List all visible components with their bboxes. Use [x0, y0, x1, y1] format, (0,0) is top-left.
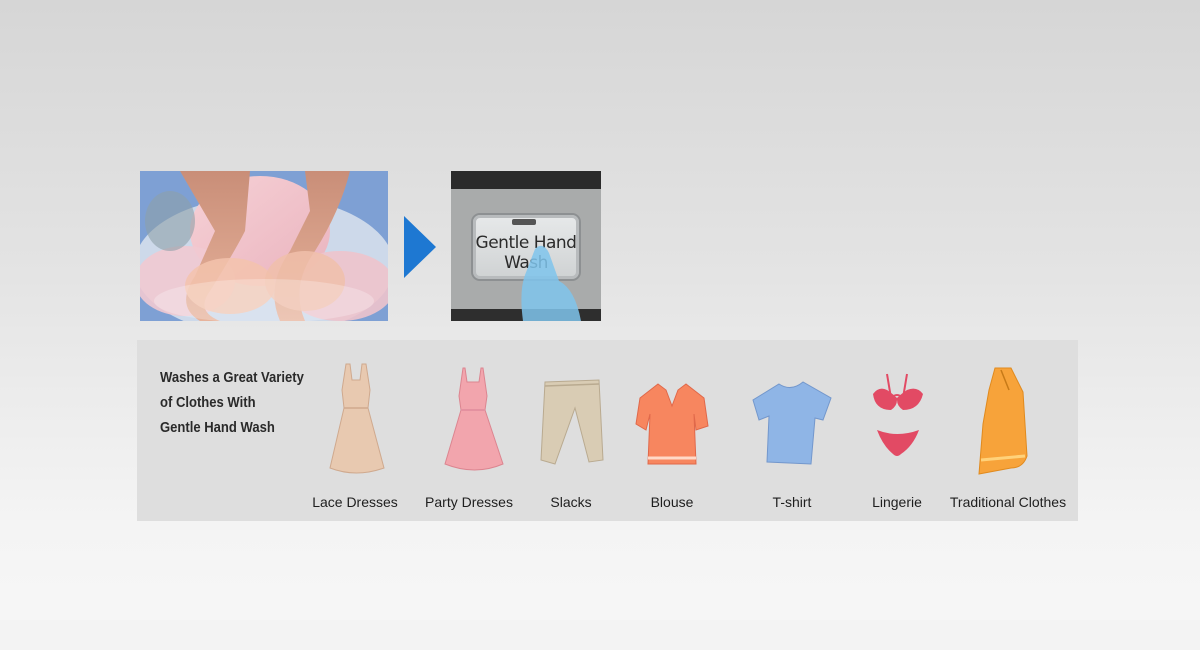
bottom-strip [0, 620, 1200, 650]
garment-label: Traditional Clothes [949, 494, 1067, 510]
garment-lingerie: Lingerie [861, 360, 933, 510]
variety-headline: Washes a Great Variety of Clothes With G… [160, 370, 304, 436]
lingerie-icon [873, 373, 923, 456]
garment-t-shirt: T-shirt [749, 360, 835, 510]
garment-slacks: Slacks [533, 360, 609, 510]
garment-label: Slacks [550, 494, 592, 510]
garment-label: Lace Dresses [312, 494, 398, 510]
slacks-icon [540, 379, 604, 465]
finger-press-icon [521, 245, 581, 321]
garment-label: Party Dresses [425, 494, 513, 510]
lace-dress-icon [329, 363, 385, 474]
garment-label: T-shirt [772, 494, 812, 510]
garment-label: Lingerie [872, 494, 922, 510]
blouse-icon [635, 383, 709, 465]
hand-washing-photo [140, 171, 388, 321]
garment-label: Blouse [650, 494, 694, 510]
t-shirt-icon [752, 381, 832, 465]
traditional-clothes-icon [978, 367, 1028, 475]
garment-blouse: Blouse [634, 360, 710, 510]
garment-traditional-clothes: Traditional Clothes [949, 360, 1067, 510]
garment-lace-dresses: Lace Dresses [312, 360, 398, 510]
garment-variety-panel: Washes a Great Variety of Clothes With G… [137, 340, 1078, 521]
arrow-right-icon [404, 216, 436, 278]
garment-party-dresses: Party Dresses [425, 360, 513, 510]
control-panel-photo: Gentle Hand Wash [451, 171, 601, 321]
party-dress-icon [444, 367, 504, 471]
